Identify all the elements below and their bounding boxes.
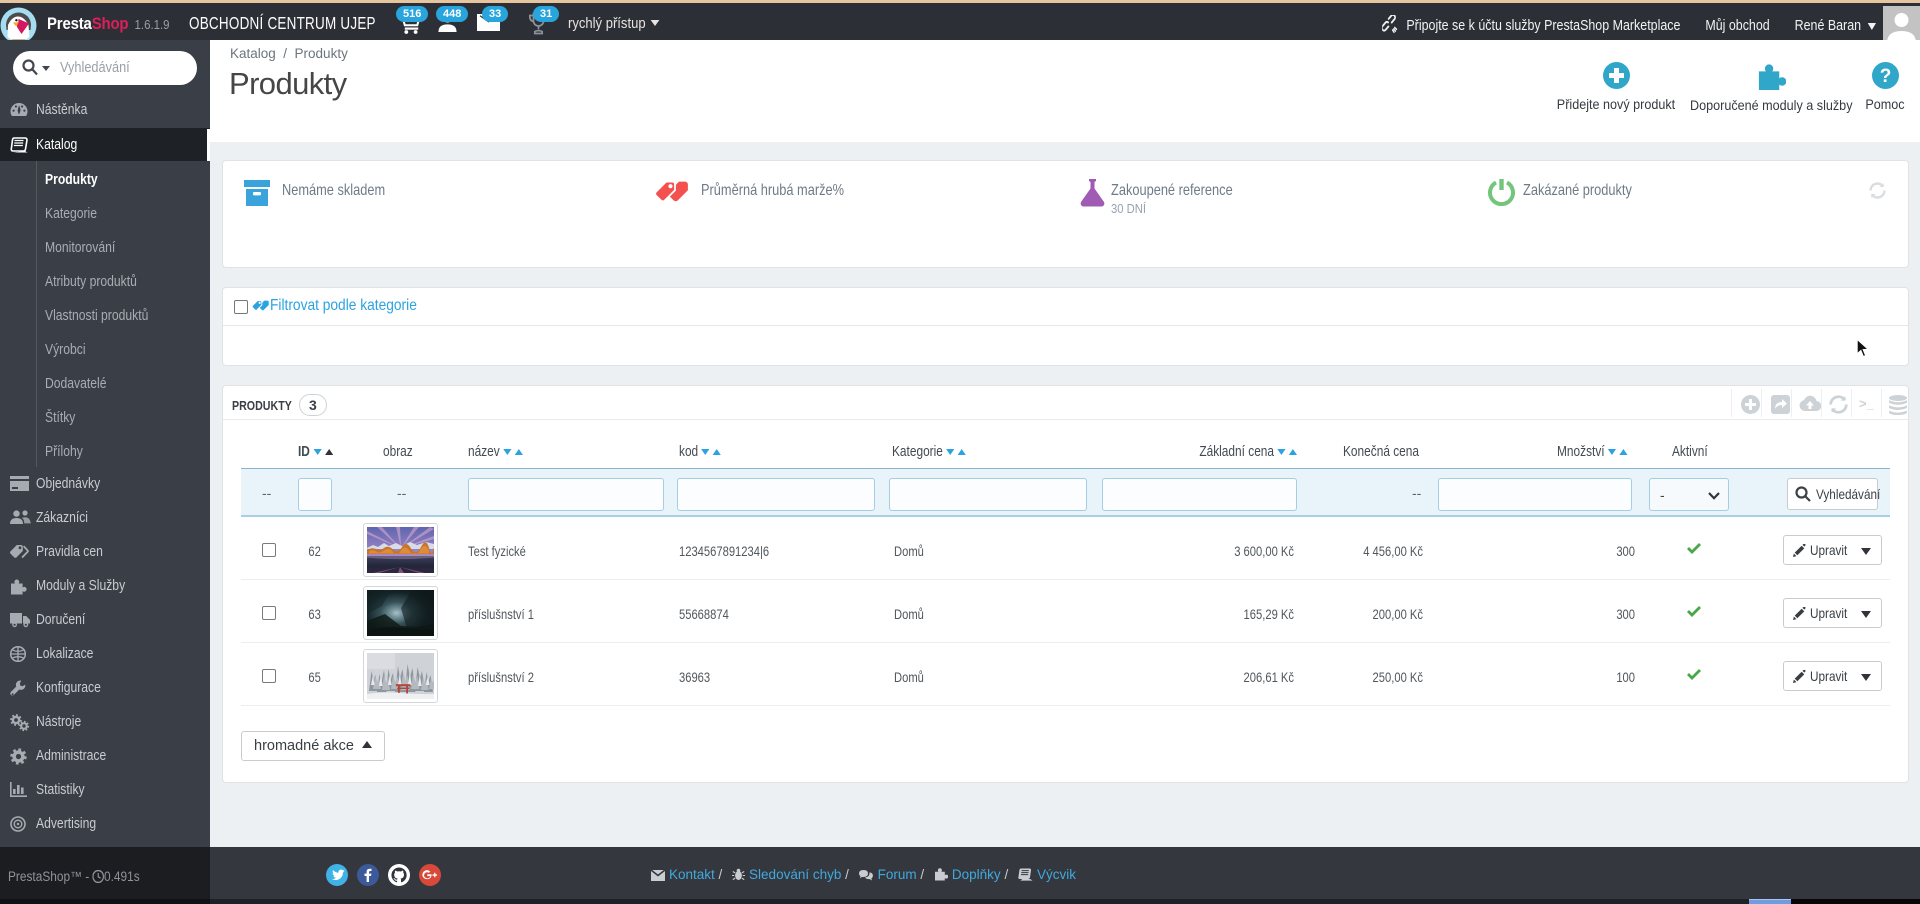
svg-text:?: ?	[1879, 66, 1891, 87]
